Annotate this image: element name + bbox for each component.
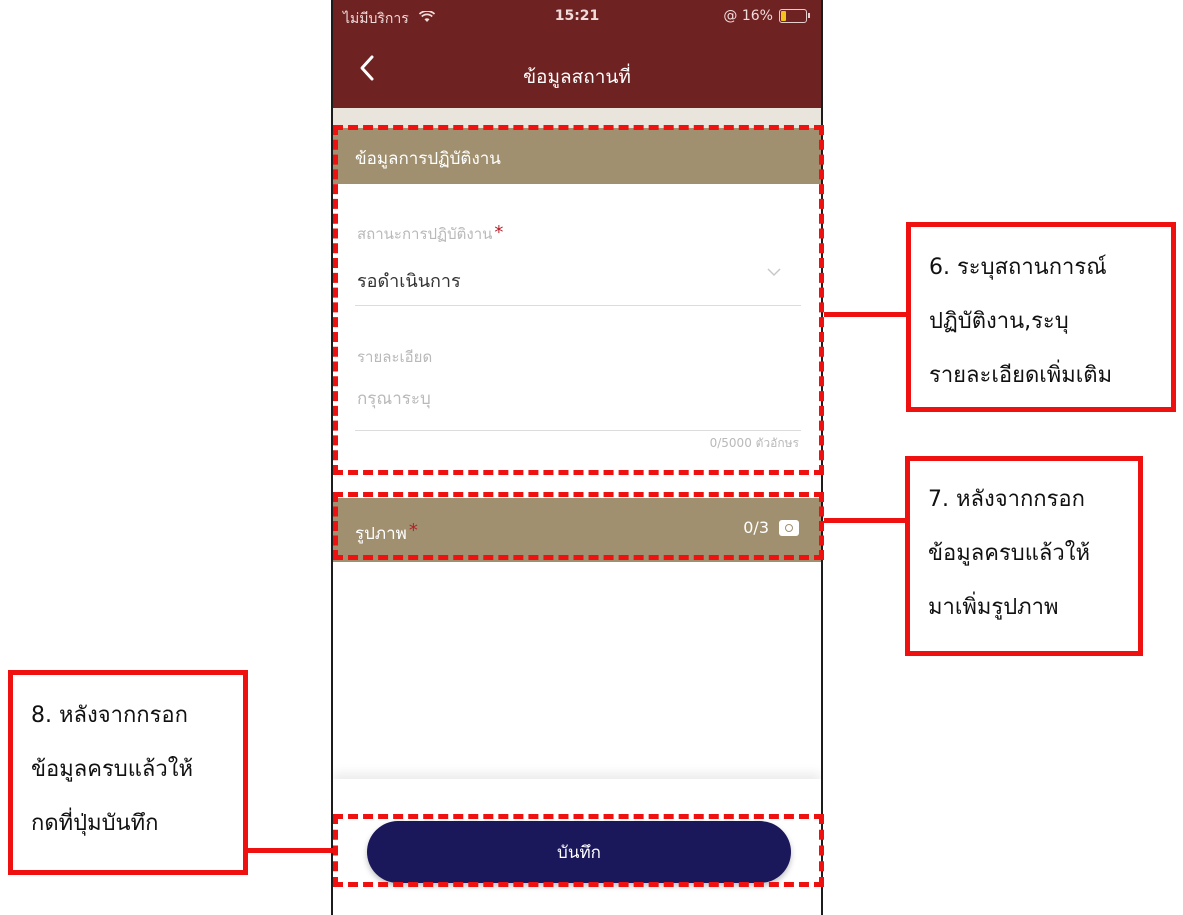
callout-step-7: 7. หลังจากกรอก ข้อมูลครบแล้วให้ มาเพิ่มร…: [905, 456, 1143, 656]
callout-8-line-3: กดที่ปุ่มบันทึก: [31, 811, 159, 836]
callout-7-line-2: ข้อมูลครบแล้วให้: [928, 541, 1090, 566]
connector-line-8: [248, 848, 333, 853]
connector-line-7: [824, 518, 905, 523]
battery-text: @ 16%: [723, 8, 773, 24]
highlight-photo-section: [333, 492, 824, 560]
clock: 15:21: [554, 8, 600, 24]
callout-step-6: 6. ระบุสถานการณ์ ปฏิบัติงาน,ระบุ รายละเอ…: [906, 222, 1176, 412]
connector-line-6: [824, 312, 906, 317]
callout-step-8: 8. หลังจากกรอก ข้อมูลครบแล้วให้ กดที่ปุ่…: [8, 670, 248, 875]
callout-6-line-2: ปฏิบัติงาน,ระบุ: [929, 309, 1069, 334]
callout-6-line-1: 6. ระบุสถานการณ์: [929, 255, 1107, 280]
callout-6-line-3: รายละเอียดเพิ่มเติม: [929, 363, 1113, 388]
navigation-bar: ข้อมูลสถานที่: [333, 40, 821, 108]
highlight-operation-section: [333, 125, 824, 475]
carrier-label: ไม่มีบริการ: [343, 8, 436, 30]
battery-indicator: @ 16%: [723, 8, 810, 24]
carrier-text: ไม่มีบริการ: [343, 11, 409, 27]
page-title: ข้อมูลสถานที่: [523, 66, 631, 88]
callout-8-line-2: ข้อมูลครบแล้วให้: [31, 757, 193, 782]
highlight-save-button: [333, 814, 824, 887]
callout-8-line-1: 8. หลังจากกรอก: [31, 703, 188, 728]
wifi-icon: [419, 10, 436, 27]
status-bar: ไม่มีบริการ 15:21 @ 16%: [333, 0, 821, 40]
battery-icon: [779, 9, 810, 23]
callout-7-line-3: มาเพิ่มรูปภาพ: [928, 595, 1059, 620]
callout-7-line-1: 7. หลังจากกรอก: [928, 487, 1085, 512]
